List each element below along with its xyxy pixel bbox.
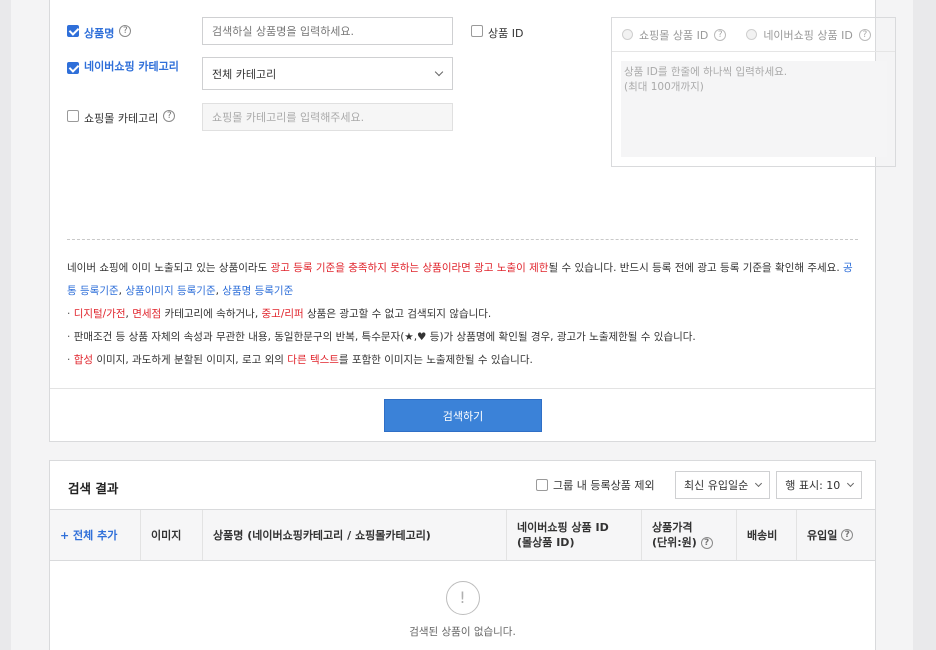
product-name-label: 상품명 — [84, 27, 115, 40]
mall-category-label: 쇼핑몰 카테고리 — [84, 112, 159, 125]
product-id-checkbox[interactable] — [471, 25, 483, 37]
notice-warning: 광고 등록 기준을 충족하지 못하는 상품이라면 광고 노출이 제한 — [270, 262, 549, 274]
results-controls: 최신 유입일순 행 표시: 10 — [675, 471, 863, 499]
mall-id-column-sublabel: (몰상품 ID) — [517, 536, 575, 549]
search-footer: 검색하기 — [50, 388, 875, 442]
product-id-textarea[interactable]: 상품 ID를 한줄에 하나씩 입력하세요. (최대 100개까지) — [621, 61, 887, 157]
product-id-box: 쇼핑몰 상품 ID ? 네이버쇼핑 상품 ID ? 상품 ID를 한줄에 하나씩… — [611, 17, 896, 167]
naver-category-value: 전체 카테고리 — [212, 67, 277, 81]
naver-id-column-header: 네이버쇼핑 상품 ID (몰상품 ID) — [507, 510, 642, 560]
image-column-label: 이미지 — [151, 528, 182, 542]
notice-bullet-2: 판매조건 등 상품 자체의 속성과 무관한 내용, 동일한문구의 반복, 특수문… — [67, 326, 862, 349]
notice-text: 카테고리에 속하거나, — [161, 308, 262, 320]
product-name-column-header: 상품명 (네이버쇼핑카테고리 / 쇼핑몰카테고리) — [203, 510, 507, 560]
results-title: 검색 결과 — [68, 481, 119, 496]
textarea-placeholder-line2: (최대 100개까지) — [624, 81, 704, 93]
rows-per-page-select[interactable]: 행 표시: 10 — [776, 471, 863, 499]
chevron-down-icon — [755, 479, 763, 488]
naver-category-option[interactable]: 네이버쇼핑 카테고리 — [67, 61, 189, 74]
mall-category-placeholder: 쇼핑몰 카테고리를 입력해주세요. — [212, 111, 365, 124]
help-icon[interactable]: ? — [858, 28, 871, 41]
help-icon[interactable]: ? — [700, 537, 713, 549]
product-id-label: 상품 ID — [488, 27, 524, 40]
notice-warning: 면세점 — [132, 308, 162, 320]
naver-product-id-label: 네이버쇼핑 상품 ID — [763, 28, 853, 42]
inflow-date-column-header: 유입일 ? — [797, 510, 875, 560]
price-column-label: 상품가격 — [652, 521, 693, 534]
notice-text: 될 수 있습니다. 반드시 등록 전에 광고 등록 기준을 확인해 주세요. — [548, 262, 844, 274]
sort-value: 최신 유입일순 — [684, 479, 749, 492]
mall-product-id-radio[interactable] — [622, 29, 633, 40]
exclamation-icon: ! — [445, 581, 480, 615]
page: 상품명 ? 검색하실 상품명을 입력하세요. 네이버쇼핑 카테고리 전체 카테고… — [11, 0, 913, 650]
notice-bullet-1: 디지털/가전, 면세점 카테고리에 속하거나, 중고/리퍼 상품은 광고할 수 … — [67, 303, 862, 326]
shipping-column-header: 배송비 — [737, 510, 797, 560]
exclude-label: 그룹 내 등록상품 제외 — [553, 479, 655, 492]
naver-category-label: 네이버쇼핑 카테고리 — [84, 60, 179, 73]
mall-category-input[interactable]: 쇼핑몰 카테고리를 입력해주세요. — [202, 103, 453, 131]
help-icon[interactable]: ? — [163, 110, 176, 122]
sort-select[interactable]: 최신 유입일순 — [675, 471, 771, 499]
mall-category-checkbox[interactable] — [67, 110, 79, 122]
notice-text: 이미지, 과도하게 분할된 이미지, 로고 외의 — [93, 354, 288, 366]
name-criteria-link[interactable]: 상품명 등록기준 — [222, 285, 293, 297]
notice-text: 네이버 쇼핑에 이미 노출되고 있는 상품이라도 — [67, 262, 271, 274]
chevron-down-icon — [434, 67, 444, 77]
image-column-header: 이미지 — [141, 510, 203, 560]
notice-bullet-3: 합성 이미지, 과도하게 분할된 이미지, 로고 외의 다른 텍스트를 포함한 … — [67, 349, 862, 372]
price-column-header: 상품가격 (단위:원) ? — [642, 510, 737, 560]
naver-id-column-label: 네이버쇼핑 상품 ID — [517, 521, 609, 534]
image-criteria-link[interactable]: 상품이미지 등록기준 — [125, 285, 215, 297]
help-icon[interactable]: ? — [119, 25, 132, 37]
add-all-column: + 전체 추가 — [50, 510, 141, 560]
notice-warning: 합성 — [73, 354, 94, 366]
product-id-option[interactable]: 상품 ID — [471, 25, 523, 41]
textarea-placeholder-line1: 상품 ID를 한줄에 하나씩 입력하세요. — [624, 66, 788, 78]
results-table-header: + 전체 추가 이미지 상품명 (네이버쇼핑카테고리 / 쇼핑몰카테고리) 네이… — [50, 509, 875, 561]
naver-category-checkbox[interactable] — [67, 62, 79, 74]
rows-per-page-value: 행 표시: 10 — [785, 479, 841, 492]
inflow-date-column-label: 유입일 — [807, 528, 838, 542]
naver-category-select[interactable]: 전체 카테고리 — [202, 57, 453, 90]
help-icon[interactable]: ? — [714, 28, 727, 41]
notice-warning: 디지털/가전 — [73, 308, 126, 320]
product-name-checkbox[interactable] — [67, 25, 79, 37]
exclude-option[interactable]: 그룹 내 등록상품 제외 — [536, 479, 655, 492]
product-name-option[interactable]: 상품명 ? — [67, 25, 132, 41]
notice-paragraph: 네이버 쇼핑에 이미 노출되고 있는 상품이라도 광고 등록 기준을 충족하지 … — [67, 257, 862, 303]
notice-text: 상품은 광고할 수 없고 검색되지 않습니다. — [303, 308, 492, 320]
help-icon[interactable]: ? — [841, 529, 854, 541]
product-id-type-options: 쇼핑몰 상품 ID ? 네이버쇼핑 상품 ID ? — [612, 18, 895, 52]
shipping-column-label: 배송비 — [747, 528, 778, 542]
product-name-placeholder: 검색하실 상품명을 입력하세요. — [212, 25, 355, 38]
naver-product-id-radio[interactable] — [746, 29, 758, 40]
search-card: 상품명 ? 검색하실 상품명을 입력하세요. 네이버쇼핑 카테고리 전체 카테고… — [49, 0, 896, 442]
product-name-column-label: 상품명 (네이버쇼핑카테고리 / 쇼핑몰카테고리) — [213, 528, 431, 542]
notice-text: 를 포함한 이미지는 노출제한될 수 있습니다. — [338, 354, 533, 366]
dashed-divider — [67, 239, 858, 240]
notice: 네이버 쇼핑에 이미 노출되고 있는 상품이라도 광고 등록 기준을 충족하지 … — [67, 257, 862, 372]
results-card: 검색 결과 그룹 내 등록상품 제외 최신 유입일순 행 표시: 10 + 전체… — [49, 460, 876, 650]
mall-product-id-label: 쇼핑몰 상품 ID — [639, 28, 709, 42]
chevron-down-icon — [847, 479, 855, 488]
mall-category-option[interactable]: 쇼핑몰 카테고리 ? — [67, 110, 176, 126]
search-button[interactable]: 검색하기 — [384, 399, 542, 432]
notice-warning: 중고/리퍼 — [261, 308, 304, 320]
exclude-checkbox[interactable] — [536, 479, 548, 491]
empty-message: 검색된 상품이 없습니다. — [409, 626, 516, 638]
product-name-input[interactable]: 검색하실 상품명을 입력하세요. — [202, 17, 453, 45]
add-all-button[interactable]: + 전체 추가 — [60, 528, 117, 543]
price-unit-label: (단위:원) — [652, 536, 697, 549]
notice-text: 판매조건 등 상품 자체의 속성과 무관한 내용, 동일한문구의 반복, 특수문… — [73, 331, 696, 343]
empty-state: ! 검색된 상품이 없습니다. — [50, 581, 875, 639]
notice-warning: 다른 텍스트 — [287, 354, 339, 366]
